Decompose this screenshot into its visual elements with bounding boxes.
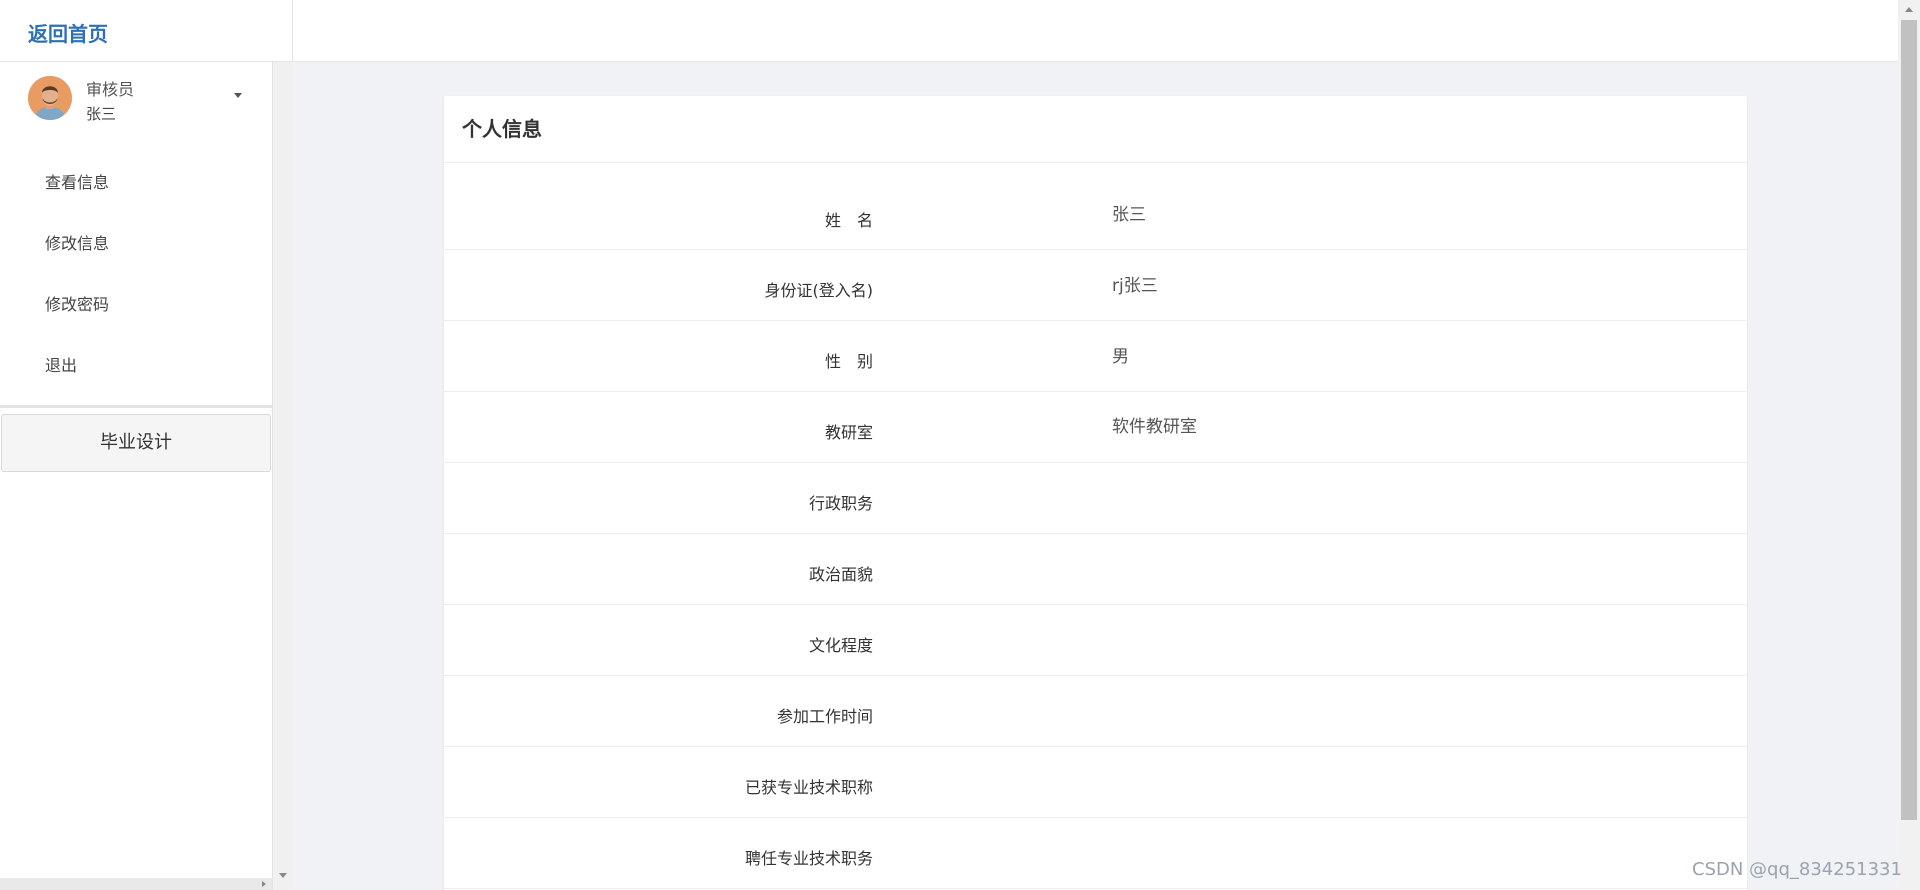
sidebar-item-edit-info[interactable]: 修改信息 bbox=[0, 213, 272, 274]
table-row: 政治面貌 bbox=[444, 534, 1747, 605]
scroll-down-icon[interactable] bbox=[279, 873, 287, 878]
field-label-id: 身份证(登入名) bbox=[764, 281, 874, 300]
field-label-department: 教研室 bbox=[824, 423, 873, 442]
table-row: 身份证(登入名) rj张三 bbox=[444, 250, 1747, 321]
table-row: 已获专业技术职称 bbox=[444, 747, 1747, 818]
top-bar: 返回首页 bbox=[0, 0, 1898, 62]
field-value-name: 张三 bbox=[1112, 205, 1146, 225]
field-label-education: 文化程度 bbox=[808, 636, 873, 655]
info-rows: 姓 名 张三 身份证(登入名) rj张三 性 别 男 教研室 软件教研室 行政职… bbox=[444, 163, 1747, 889]
watermark: CSDN @qq_834251331 bbox=[1692, 859, 1902, 880]
scrollbar-thumb[interactable] bbox=[1901, 20, 1917, 820]
sidebar-horizontal-scrollbar[interactable] bbox=[0, 878, 272, 890]
graduation-design-button[interactable]: 毕业设计 bbox=[1, 414, 271, 472]
sidebar-scrollbar[interactable] bbox=[272, 62, 293, 890]
field-value-id: rj张三 bbox=[1112, 276, 1158, 296]
sidebar-menu: 查看信息 修改信息 修改密码 退出 bbox=[0, 152, 272, 396]
table-row: 文化程度 bbox=[444, 605, 1747, 676]
field-label-tech-position: 聘任专业技术职务 bbox=[744, 849, 873, 868]
brand-area: 返回首页 bbox=[0, 0, 293, 62]
card-title: 个人信息 bbox=[444, 96, 1747, 163]
user-name: 张三 bbox=[86, 105, 117, 123]
table-row: 参加工作时间 bbox=[444, 676, 1747, 747]
field-label-name: 姓 名 bbox=[824, 211, 873, 230]
field-value-gender: 男 bbox=[1112, 347, 1129, 367]
sidebar-divider bbox=[0, 405, 272, 408]
user-panel[interactable]: 审核员 张三 bbox=[0, 62, 272, 140]
avatar bbox=[28, 76, 72, 120]
field-label-tech-title: 已获专业技术职称 bbox=[744, 778, 873, 797]
scroll-up-icon[interactable] bbox=[1905, 7, 1913, 12]
user-role: 审核员 bbox=[86, 80, 135, 99]
personal-info-card: 个人信息 姓 名 张三 身份证(登入名) rj张三 性 别 男 教研室 软件教研… bbox=[444, 96, 1747, 890]
field-label-gender: 性 别 bbox=[824, 352, 873, 371]
home-link[interactable]: 返回首页 bbox=[28, 18, 108, 47]
table-row: 教研室 软件教研室 bbox=[444, 392, 1747, 463]
table-row: 行政职务 bbox=[444, 463, 1747, 534]
sidebar-item-change-password[interactable]: 修改密码 bbox=[0, 274, 272, 335]
sidebar: 审核员 张三 查看信息 修改信息 修改密码 退出 毕业设计 bbox=[0, 62, 272, 890]
chevron-down-icon[interactable] bbox=[234, 93, 242, 98]
table-row: 聘任专业技术职务 bbox=[444, 818, 1747, 889]
sidebar-item-view-info[interactable]: 查看信息 bbox=[0, 152, 272, 213]
sidebar-item-logout[interactable]: 退出 bbox=[0, 335, 272, 396]
field-label-admin-position: 行政职务 bbox=[808, 494, 873, 513]
scroll-right-icon[interactable] bbox=[262, 881, 266, 887]
field-label-work-start: 参加工作时间 bbox=[776, 707, 873, 726]
table-row: 姓 名 张三 bbox=[444, 163, 1747, 250]
field-value-department: 软件教研室 bbox=[1112, 417, 1197, 437]
table-row: 性 别 男 bbox=[444, 321, 1747, 392]
page-scrollbar[interactable] bbox=[1898, 0, 1920, 890]
field-label-political-status: 政治面貌 bbox=[808, 565, 873, 584]
